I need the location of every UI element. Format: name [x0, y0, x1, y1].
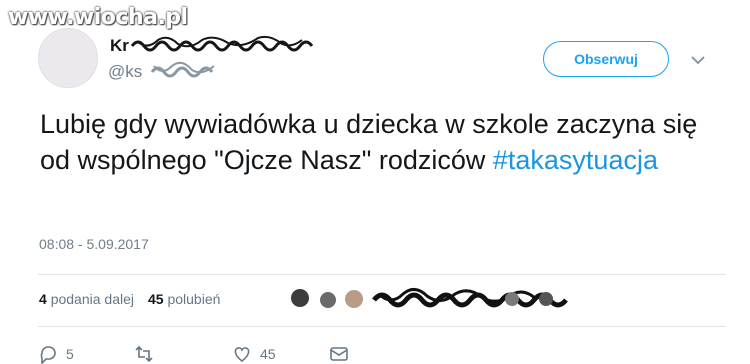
message-button[interactable] [329, 344, 349, 364]
reply-icon [40, 346, 56, 364]
retweets-label[interactable]: podania dalej [51, 291, 134, 307]
divider-top [38, 274, 726, 275]
tweet-stats: 4 podania dalej 45 polubień [39, 291, 220, 307]
heart-icon [234, 347, 250, 363]
likes-label[interactable]: polubień [167, 291, 220, 307]
retweets-count[interactable]: 4 [39, 291, 47, 307]
message-icon [330, 347, 348, 361]
follow-button[interactable]: Obserwuj [543, 41, 669, 77]
tweet-text: Lubię gdy wywiadówka u dziecka w szkole … [40, 106, 720, 178]
like-button[interactable]: 45 [232, 344, 276, 364]
retweet-icon [135, 345, 153, 363]
tweet-timestamp[interactable]: 08:08 - 5.09.2017 [39, 236, 149, 252]
retweet-button[interactable] [134, 344, 154, 364]
site-watermark: www.wiocha.pl [8, 5, 188, 30]
likes-count[interactable]: 45 [148, 291, 164, 307]
divider-bottom [38, 326, 726, 327]
redacted-handle [150, 61, 215, 78]
avatar[interactable] [38, 28, 98, 88]
liker-avatars-redacted [291, 288, 568, 308]
reply-button[interactable]: 5 [38, 344, 74, 364]
chevron-down-icon[interactable] [691, 56, 705, 65]
user-handle[interactable]: @ks [108, 62, 142, 82]
hashtag-link[interactable]: #takasytuacja [493, 145, 658, 175]
redacted-display-name: Kr [110, 35, 314, 55]
svg-text:Kr: Kr [110, 36, 129, 55]
